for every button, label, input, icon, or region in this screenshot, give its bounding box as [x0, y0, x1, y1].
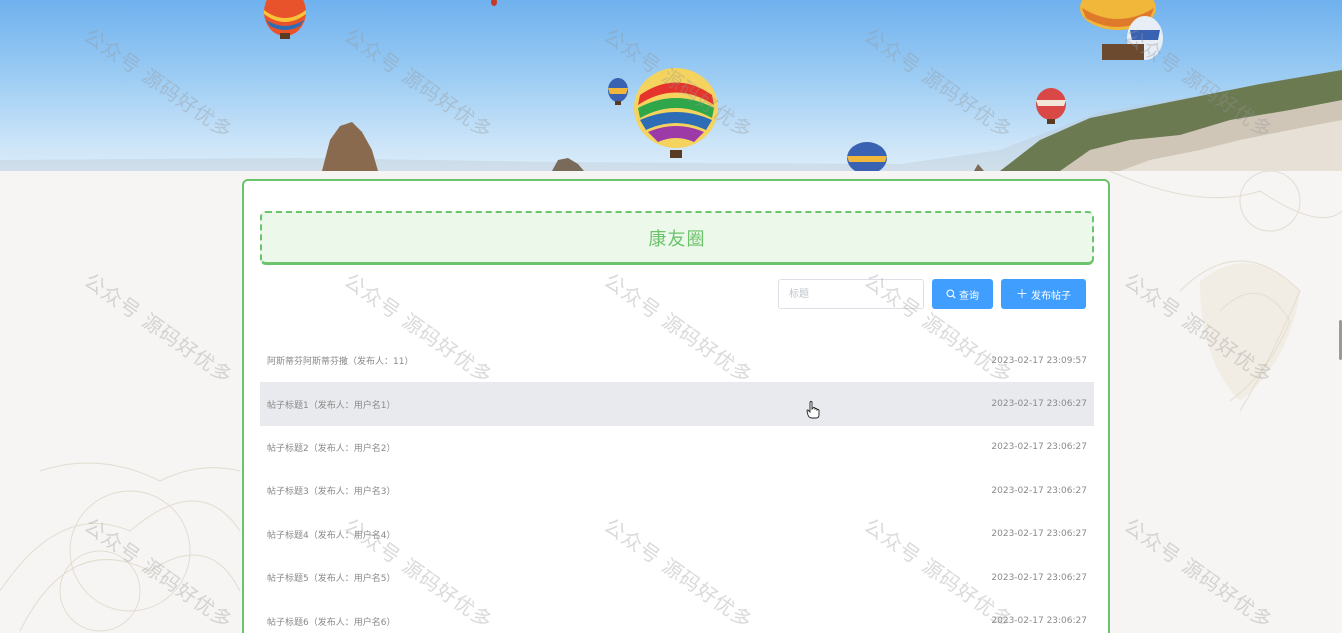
post-title: 帖子标题5（发布人：用户名5）	[267, 574, 396, 585]
post-time: 2023-02-17 23:06:27	[991, 529, 1087, 540]
plus-icon: ＋	[1015, 287, 1028, 301]
balloon-3	[634, 68, 718, 158]
post-row[interactable]: 帖子标题6（发布人：用户名6） 2023-02-17 23:06:27	[260, 599, 1094, 633]
publish-button-label: 发布帖子	[1031, 290, 1071, 302]
post-title: 帖子标题4（发布人：用户名4）	[267, 530, 396, 541]
board-title-box: 康友圈	[260, 211, 1094, 265]
balloon-5	[1036, 88, 1066, 124]
search-bar: 查询 ＋ 发布帖子	[778, 279, 1086, 309]
search-button[interactable]: 查询	[932, 279, 993, 309]
balloon-4	[847, 142, 887, 171]
post-time: 2023-02-17 23:06:27	[991, 442, 1087, 453]
post-title: 帖子标题6（发布人：用户名6）	[267, 617, 396, 628]
search-icon	[946, 289, 956, 299]
balloon-2	[608, 78, 628, 105]
hand-cursor-icon	[806, 401, 820, 419]
post-row[interactable]: 帖子标题4（发布人：用户名4） 2023-02-17 23:06:27	[260, 513, 1094, 556]
balloon-1	[264, 0, 306, 39]
post-time: 2023-02-17 23:09:57	[991, 355, 1087, 366]
post-row[interactable]: 帖子标题2（发布人：用户名2） 2023-02-17 23:06:27	[260, 426, 1094, 469]
post-time: 2023-02-17 23:06:27	[991, 399, 1087, 410]
forum-card: 康友圈 查询 ＋ 发布帖子 阿斯蒂芬阿斯蒂芬撒（发布人：11） 2023-02-…	[242, 179, 1110, 633]
publish-post-button[interactable]: ＋ 发布帖子	[1001, 279, 1086, 309]
post-row[interactable]: 帖子标题1（发布人：用户名1） 2023-02-17 23:06:27	[260, 382, 1094, 426]
post-list: 阿斯蒂芬阿斯蒂芬撒（发布人：11） 2023-02-17 23:09:57 帖子…	[260, 339, 1094, 633]
post-row[interactable]: 帖子标题3（发布人：用户名3） 2023-02-17 23:06:27	[260, 469, 1094, 512]
post-title: 帖子标题2（发布人：用户名2）	[267, 443, 396, 454]
post-row[interactable]: 帖子标题5（发布人：用户名5） 2023-02-17 23:06:27	[260, 556, 1094, 599]
post-time: 2023-02-17 23:06:27	[991, 616, 1087, 627]
post-row[interactable]: 阿斯蒂芬阿斯蒂芬撒（发布人：11） 2023-02-17 23:09:57	[260, 339, 1094, 382]
search-button-label: 查询	[959, 290, 979, 302]
post-time: 2023-02-17 23:06:27	[991, 485, 1087, 496]
page-title: 康友圈	[648, 228, 706, 250]
post-time: 2023-02-17 23:06:27	[991, 572, 1087, 583]
post-title: 阿斯蒂芬阿斯蒂芬撒（发布人：11）	[267, 357, 414, 368]
title-search-input[interactable]	[778, 279, 924, 309]
post-title: 帖子标题1（发布人：用户名1）	[267, 400, 396, 411]
post-title: 帖子标题3（发布人：用户名3）	[267, 487, 396, 498]
hero-banner	[0, 0, 1342, 171]
